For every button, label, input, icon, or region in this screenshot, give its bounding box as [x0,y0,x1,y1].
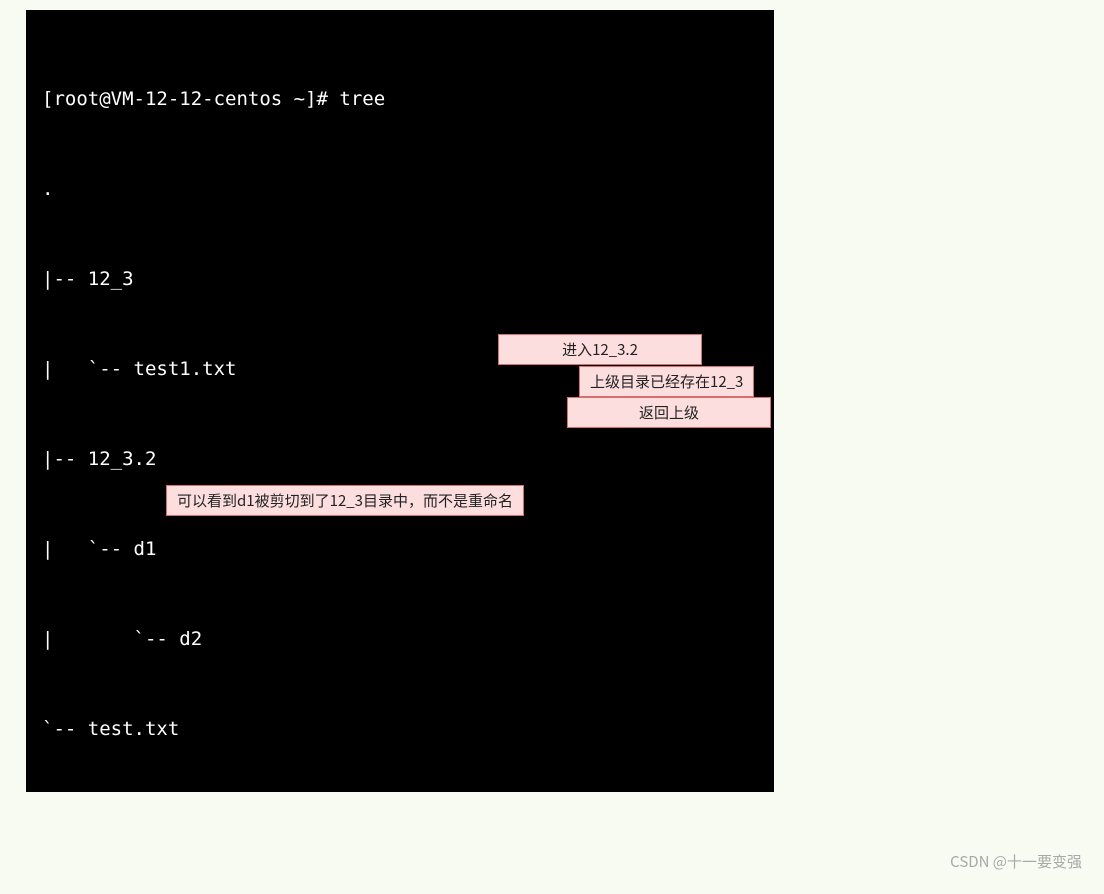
terminal-line: | `-- d1 [42,534,758,564]
terminal-line: | `-- d2 [42,624,758,654]
terminal-line: . [42,174,758,204]
terminal-line: [root@VM-12-12-centos ~]# tree [42,84,758,114]
annotation-target-exists: 上级目录已经存在12_3 [579,366,754,397]
annotation-moved-not-renamed: 可以看到d1被剪切到了12_3目录中，而不是重命名 [166,485,524,516]
terminal-line: |-- 12_3 [42,264,758,294]
annotation-cd-up: 返回上级 [567,397,771,428]
annotation-enter-dir: 进入12_3.2 [498,334,702,365]
watermark-text: CSDN @十一要变强 [950,851,1082,872]
terminal-line: `-- test.txt [42,714,758,744]
terminal-line: |-- 12_3.2 [42,444,758,474]
